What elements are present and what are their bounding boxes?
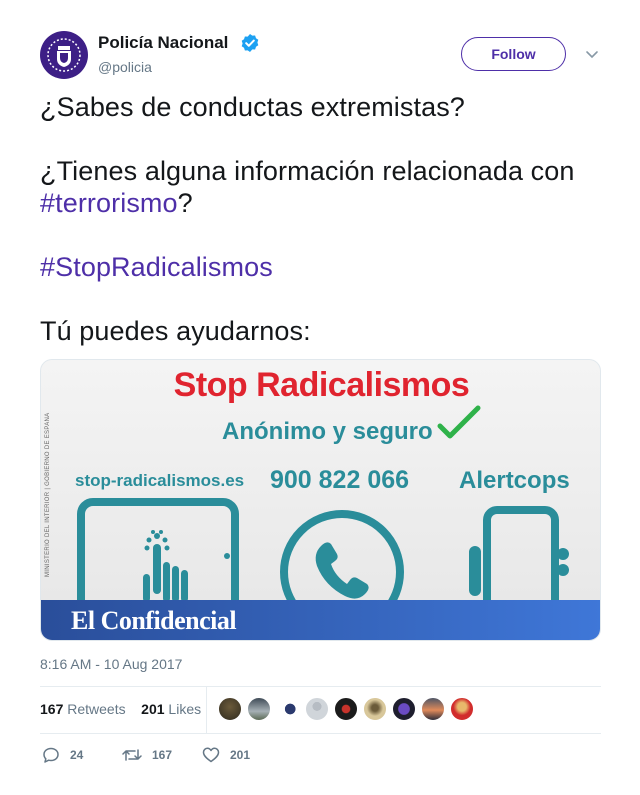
heart-icon — [202, 747, 220, 763]
liker-avatar[interactable] — [218, 697, 242, 721]
likes-count: 201 — [141, 701, 165, 717]
author-handle[interactable]: @policia — [98, 59, 152, 75]
source-name: El Confidencial — [71, 606, 237, 635]
liker-avatar[interactable] — [450, 697, 474, 721]
tweet-text-line: Tú puedes ayudarnos: — [40, 316, 311, 346]
like-action[interactable]: 201 — [202, 746, 250, 764]
chevron-down-icon[interactable] — [584, 46, 600, 62]
card-website: stop-radicalismos.es — [75, 471, 245, 490]
media-card[interactable]: MINISTERIO DEL INTERIOR | GOBIERNO DE ES… — [40, 359, 601, 641]
author-avatar[interactable] — [40, 31, 88, 79]
author-name[interactable]: Policía Nacional — [98, 33, 228, 53]
retweets-stat[interactable]: 167 Retweets — [40, 701, 126, 717]
tweet-text-line: #terrorismo? — [40, 188, 193, 219]
divider — [206, 686, 207, 733]
like-count: 201 — [230, 748, 251, 762]
engagement-stats: 167 Retweets 201 Likes — [40, 701, 201, 717]
divider — [40, 733, 601, 734]
liker-avatar[interactable] — [305, 697, 329, 721]
liker-avatar[interactable] — [247, 697, 271, 721]
tweet-timestamp[interactable]: 8:16 AM - 10 Aug 2017 — [40, 656, 182, 672]
liker-avatar[interactable] — [421, 697, 445, 721]
hashtag-link[interactable]: #StopRadicalismos — [40, 252, 273, 283]
retweet-icon — [122, 749, 142, 761]
police-badge-icon — [47, 38, 81, 72]
tweet-text-fragment: ? — [177, 188, 193, 218]
retweets-label: Retweets — [67, 701, 126, 717]
tweet-text-line: ¿Tienes alguna información relacionada c… — [40, 156, 575, 186]
liker-avatar[interactable] — [363, 697, 387, 721]
follow-button[interactable]: Follow — [461, 37, 566, 71]
retweet-action[interactable]: 167 — [122, 746, 172, 764]
reply-icon — [43, 747, 59, 763]
liker-avatar[interactable] — [392, 697, 416, 721]
checkmark-icon — [437, 405, 481, 439]
tweet-text-line: ¿Sabes de conductas extremistas? — [40, 92, 465, 122]
liker-avatar[interactable] — [276, 697, 300, 721]
telephone-icon — [280, 510, 404, 606]
card-ministry-text: MINISTERIO DEL INTERIOR | GOBIERNO DE ES… — [45, 412, 51, 578]
tablet-touch-icon — [77, 498, 239, 608]
smartphone-icon — [469, 506, 569, 606]
card-app: Alertcops — [459, 467, 570, 494]
card-phone: 900 822 066 — [270, 466, 410, 494]
retweet-count: 167 — [152, 748, 173, 762]
liker-avatar[interactable] — [334, 697, 358, 721]
likes-label: Likes — [168, 701, 202, 717]
verified-badge-icon — [241, 34, 259, 52]
card-subtitle: Anónimo y seguro — [222, 418, 433, 445]
hashtag-link[interactable]: #terrorismo — [40, 188, 178, 218]
retweets-count: 167 — [40, 701, 64, 717]
reply-action[interactable]: 24 — [42, 746, 83, 764]
card-title: Stop Radicalismos — [173, 366, 470, 404]
likes-stat[interactable]: 201 Likes — [141, 701, 201, 717]
reply-count: 24 — [70, 748, 84, 762]
divider — [40, 686, 601, 687]
source-banner: El Confidencial — [41, 600, 600, 640]
